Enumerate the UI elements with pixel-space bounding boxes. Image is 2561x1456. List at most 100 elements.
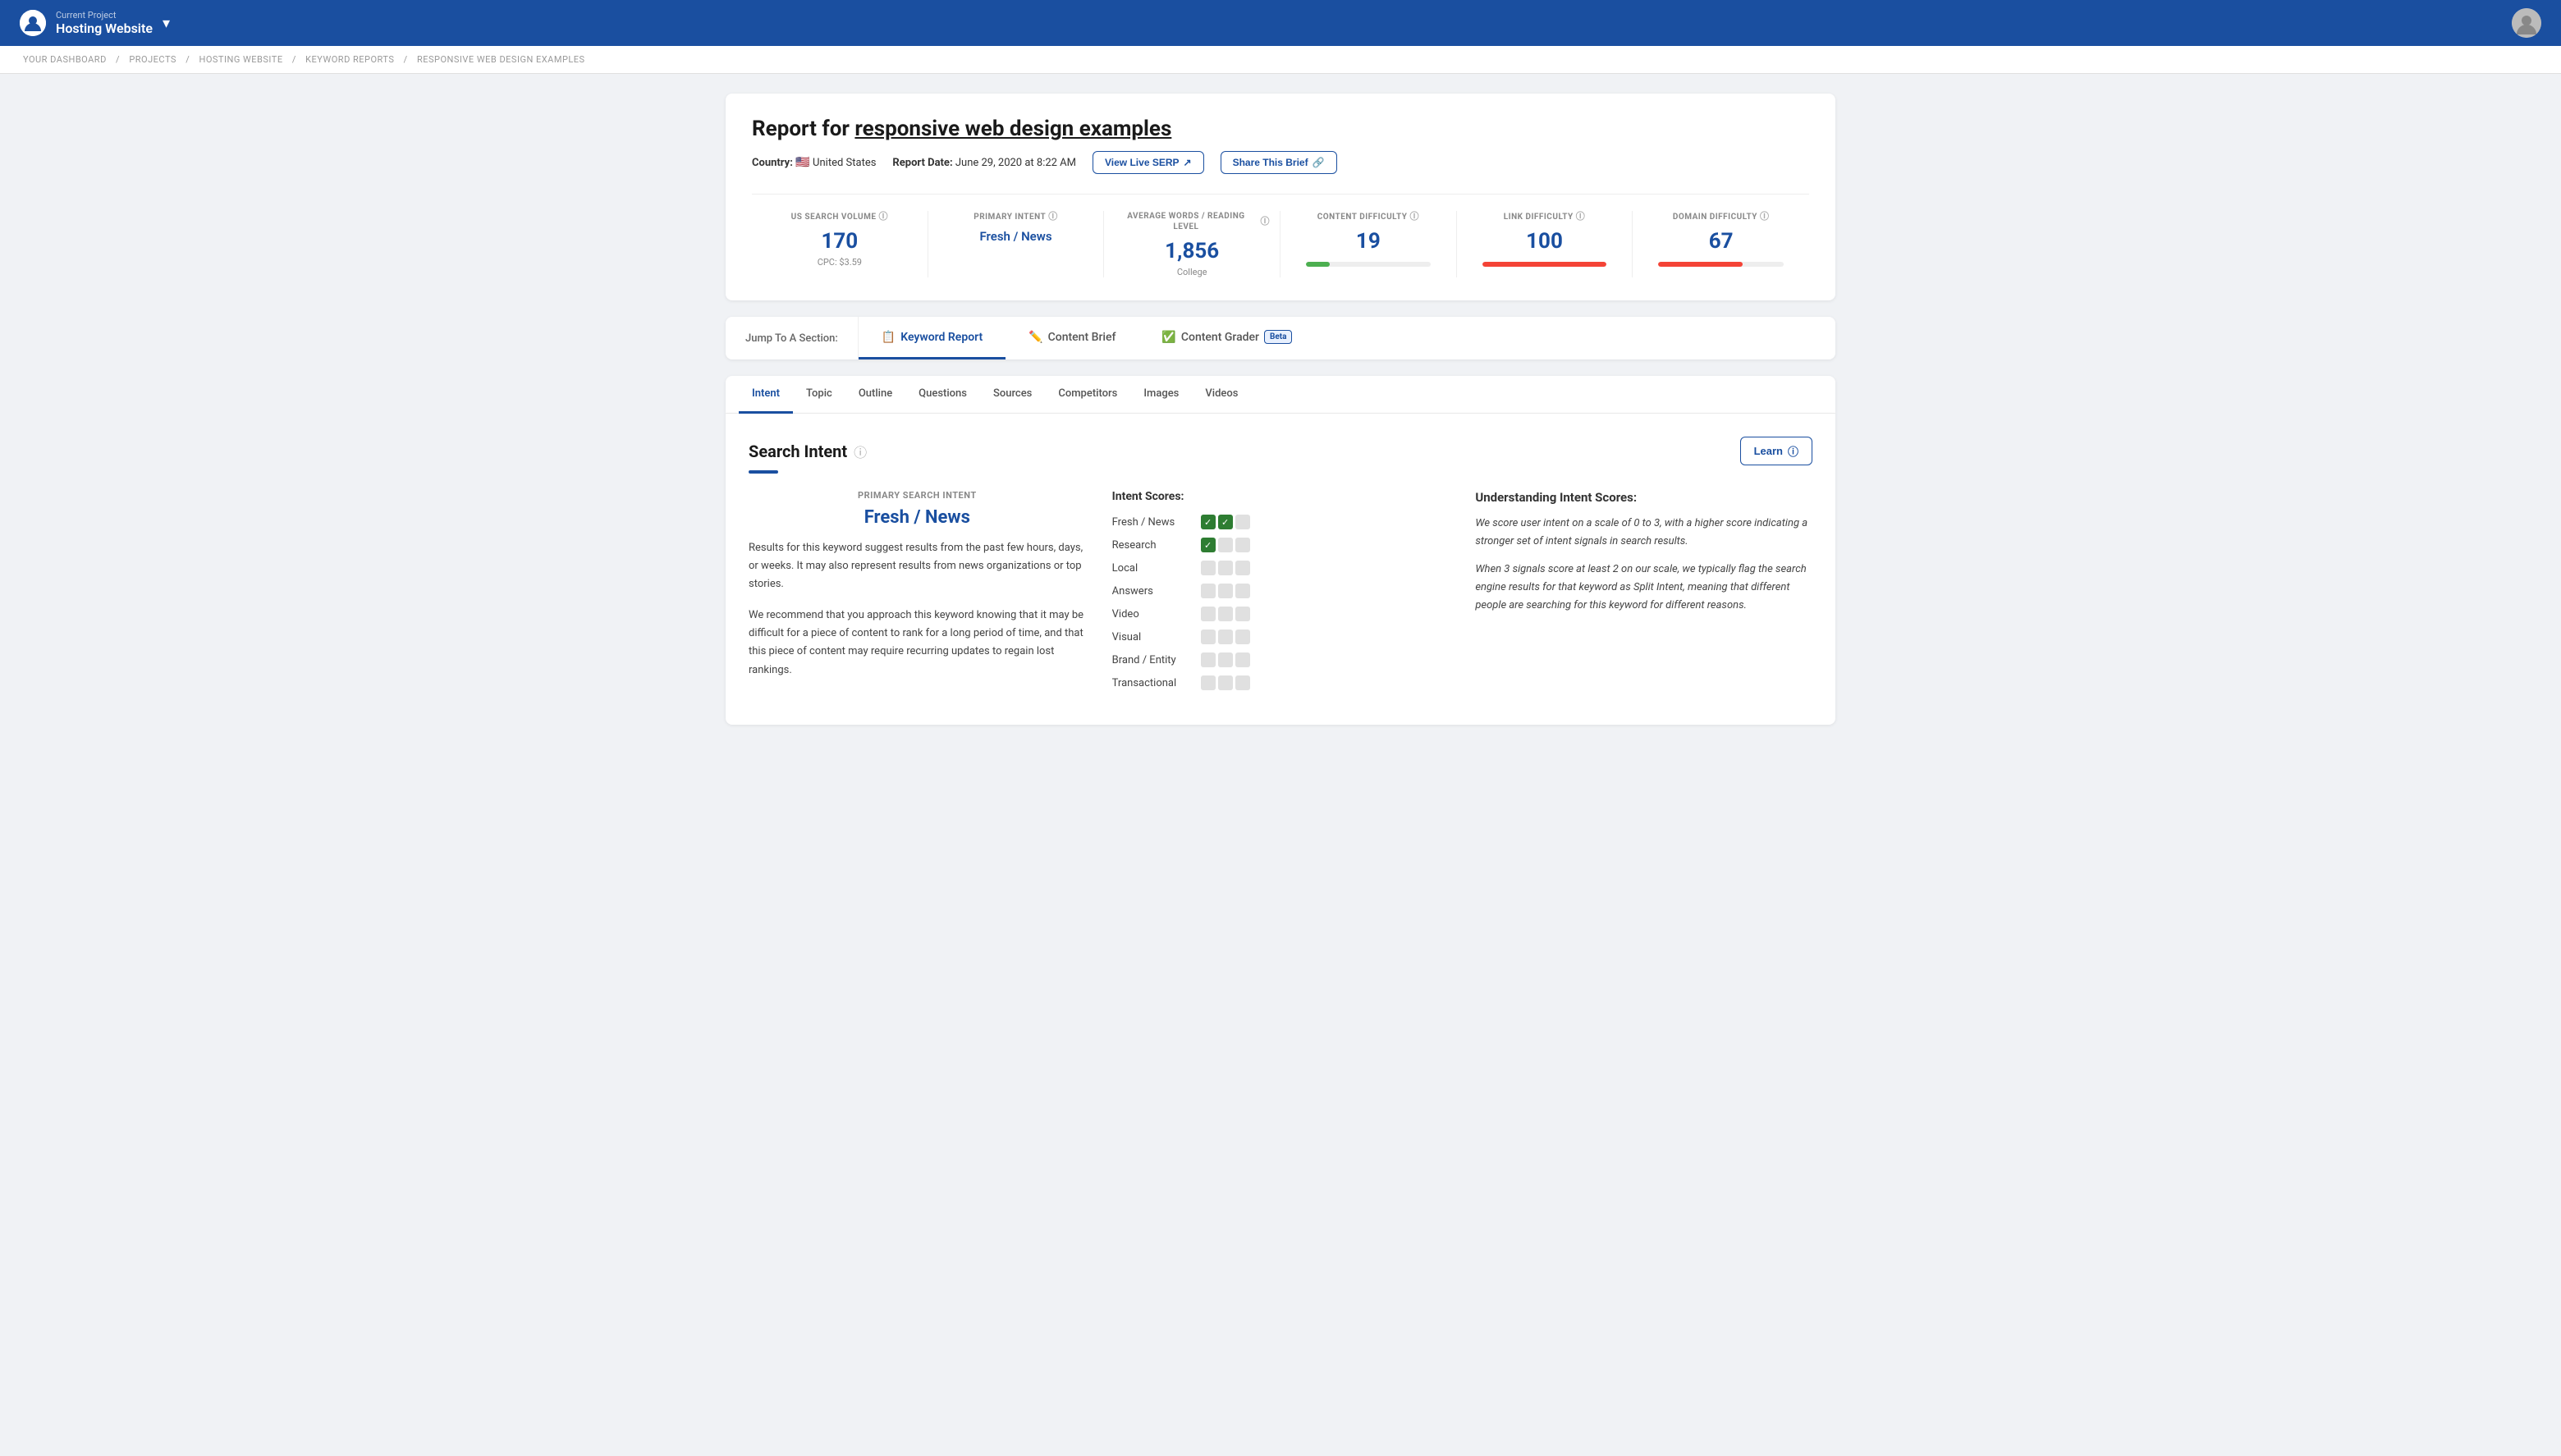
- score-row-fresh-news: Fresh / News ✓ ✓: [1112, 515, 1450, 529]
- stat-avg-words: AVERAGE WORDS / READING LEVEL ⓘ 1,856 Co…: [1104, 211, 1280, 277]
- domain-difficulty-info-icon[interactable]: ⓘ: [1760, 211, 1770, 222]
- content-brief-icon: ✏️: [1029, 331, 1042, 344]
- learn-button[interactable]: Learn ⓘ: [1740, 437, 1812, 465]
- breadcrumb-item-keyword[interactable]: RESPONSIVE WEB DESIGN EXAMPLES: [417, 54, 585, 65]
- score-box-empty: [1235, 584, 1250, 598]
- section-underline: [749, 470, 778, 474]
- tab-keyword-report[interactable]: 📋 Keyword Report: [859, 317, 1006, 359]
- score-row-research: Research ✓: [1112, 538, 1450, 552]
- link-difficulty-bar: [1482, 262, 1607, 267]
- breadcrumb: YOUR DASHBOARD / PROJECTS / HOSTING WEBS…: [0, 46, 2561, 74]
- section-navigation: Jump To A Section: 📋 Keyword Report ✏️ C…: [726, 317, 1835, 359]
- breadcrumb-item-projects[interactable]: PROJECTS: [129, 54, 176, 65]
- jump-to-section-label: Jump To A Section:: [726, 317, 859, 359]
- score-row-brand-entity: Brand / Entity: [1112, 652, 1450, 667]
- score-box-empty: [1201, 652, 1216, 667]
- score-box-empty: [1218, 538, 1233, 552]
- score-box-empty: [1235, 515, 1250, 529]
- primary-intent-column: PRIMARY SEARCH INTENT Fresh / News Resul…: [749, 490, 1086, 698]
- score-row-local: Local: [1112, 561, 1450, 575]
- inner-tabs: Intent Topic Outline Questions Sources C…: [726, 376, 1835, 414]
- score-box-checked: ✓: [1201, 515, 1216, 529]
- score-box-empty: [1218, 561, 1233, 575]
- us-search-volume-info-icon[interactable]: ⓘ: [878, 211, 888, 222]
- search-intent-info-icon[interactable]: ⓘ: [854, 442, 867, 461]
- primary-search-label: PRIMARY SEARCH INTENT: [749, 490, 1086, 501]
- avg-words-info-icon[interactable]: ⓘ: [1261, 216, 1271, 227]
- stat-link-difficulty: LINK DIFFICULTY ⓘ 100: [1457, 211, 1633, 277]
- inner-tab-videos[interactable]: Videos: [1192, 376, 1251, 414]
- primary-intent-info-icon[interactable]: ⓘ: [1048, 211, 1058, 222]
- keyword-report-section: Intent Topic Outline Questions Sources C…: [726, 376, 1835, 725]
- score-box-empty: [1201, 607, 1216, 621]
- stat-domain-difficulty: DOMAIN DIFFICULTY ⓘ 67: [1633, 211, 1809, 277]
- section-tabs: 📋 Keyword Report ✏️ Content Brief ✅ Cont…: [859, 317, 1835, 359]
- beta-badge: Beta: [1264, 330, 1293, 344]
- understanding-text: We score user intent on a scale of 0 to …: [1475, 515, 1812, 615]
- intent-description-1: Results for this keyword suggest results…: [749, 539, 1086, 593]
- search-intent-heading: Search Intent ⓘ Learn ⓘ: [749, 437, 1812, 465]
- view-live-serp-button[interactable]: View Live SERP ↗: [1093, 151, 1204, 174]
- intent-scores-title: Intent Scores:: [1112, 490, 1450, 503]
- score-box-empty: [1235, 561, 1250, 575]
- inner-tab-questions[interactable]: Questions: [905, 376, 980, 414]
- share-brief-button[interactable]: Share This Brief 🔗: [1221, 151, 1337, 174]
- link-difficulty-info-icon[interactable]: ⓘ: [1576, 211, 1586, 222]
- top-navigation: Current Project Hosting Website ▾: [0, 0, 2561, 46]
- primary-search-value: Fresh / News: [749, 507, 1086, 528]
- inner-tab-intent[interactable]: Intent: [739, 376, 793, 414]
- report-title: Report for responsive web design example…: [752, 117, 1809, 141]
- score-box-empty: [1201, 675, 1216, 690]
- stat-primary-intent: PRIMARY INTENT ⓘ Fresh / News: [928, 211, 1105, 277]
- domain-difficulty-bar: [1658, 262, 1784, 267]
- score-box-empty: [1235, 607, 1250, 621]
- nav-left: Current Project Hosting Website ▾: [20, 10, 170, 36]
- main-content: Report for responsive web design example…: [706, 74, 1855, 744]
- score-box-checked: ✓: [1201, 538, 1216, 552]
- content-area: Search Intent ⓘ Learn ⓘ PRIMARY SEARCH I…: [726, 414, 1835, 725]
- score-box-empty: [1218, 652, 1233, 667]
- breadcrumb-item-dashboard[interactable]: YOUR DASHBOARD: [23, 54, 107, 65]
- report-date: Report Date: June 29, 2020 at 8:22 AM: [892, 157, 1076, 169]
- tab-content-grader[interactable]: ✅ Content Grader Beta: [1138, 317, 1315, 359]
- score-box-empty: [1201, 584, 1216, 598]
- project-dropdown[interactable]: ▾: [163, 15, 170, 32]
- inner-tab-images[interactable]: Images: [1130, 376, 1192, 414]
- score-box-empty: [1235, 538, 1250, 552]
- content-grader-icon: ✅: [1161, 331, 1175, 344]
- nav-logo: [20, 10, 46, 36]
- link-icon: 🔗: [1313, 157, 1325, 168]
- learn-info-icon: ⓘ: [1788, 443, 1798, 459]
- score-box-empty: [1218, 675, 1233, 690]
- report-card: Report for responsive web design example…: [726, 94, 1835, 300]
- score-box-empty: [1218, 607, 1233, 621]
- keyword-report-icon: 📋: [882, 331, 896, 344]
- score-box-empty: [1218, 584, 1233, 598]
- intent-scores-column: Intent Scores: Fresh / News ✓ ✓ Research: [1112, 490, 1450, 698]
- inner-tab-sources[interactable]: Sources: [980, 376, 1045, 414]
- tab-content-brief[interactable]: ✏️ Content Brief: [1006, 317, 1138, 359]
- content-difficulty-info-icon[interactable]: ⓘ: [1409, 211, 1419, 222]
- score-row-transactional: Transactional: [1112, 675, 1450, 690]
- breadcrumb-item-keyword-reports[interactable]: KEYWORD REPORTS: [305, 54, 394, 65]
- inner-tab-outline[interactable]: Outline: [845, 376, 905, 414]
- score-row-video: Video: [1112, 607, 1450, 621]
- user-avatar[interactable]: [2512, 8, 2541, 38]
- section-title: Search Intent: [749, 442, 847, 461]
- project-name: Hosting Website: [56, 21, 153, 36]
- report-country: Country: 🇺🇸 United States: [752, 156, 876, 169]
- inner-tab-competitors[interactable]: Competitors: [1045, 376, 1130, 414]
- country-flag: 🇺🇸: [795, 156, 813, 169]
- breadcrumb-item-hosting[interactable]: HOSTING WEBSITE: [199, 54, 282, 65]
- report-meta: Country: 🇺🇸 United States Report Date: J…: [752, 151, 1809, 174]
- inner-tab-topic[interactable]: Topic: [793, 376, 845, 414]
- project-label: Current Project: [56, 10, 153, 21]
- score-box-empty: [1201, 561, 1216, 575]
- score-box-checked: ✓: [1218, 515, 1233, 529]
- score-box-empty: [1218, 630, 1233, 644]
- external-link-icon: ↗: [1184, 157, 1192, 168]
- score-box-empty: [1201, 630, 1216, 644]
- intent-description-2: We recommend that you approach this keyw…: [749, 607, 1086, 679]
- content-difficulty-bar: [1306, 262, 1431, 267]
- score-box-empty: [1235, 675, 1250, 690]
